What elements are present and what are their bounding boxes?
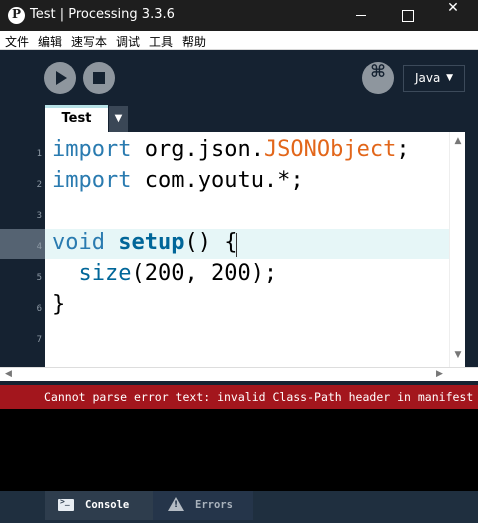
warning-icon — [168, 497, 184, 511]
line-number: 6 — [36, 304, 42, 314]
tab-menu-button[interactable]: ▼ — [109, 106, 128, 132]
horizontal-scrollbar[interactable]: ◀ ▶ — [0, 367, 478, 381]
function-name: setup — [118, 230, 185, 255]
scroll-down-icon[interactable]: ▼ — [450, 350, 466, 360]
sketch-tabs: Test ▼ — [0, 105, 478, 132]
menu-file[interactable]: 文件 — [5, 33, 29, 50]
debug-button[interactable]: ⌘ — [362, 62, 394, 94]
mode-selector[interactable]: Java ▼ — [403, 65, 465, 92]
line-number: 3 — [36, 211, 42, 221]
text-caret — [236, 233, 237, 257]
tab-test[interactable]: Test — [45, 105, 108, 132]
code-text: } — [52, 292, 66, 317]
mode-label: Java — [415, 71, 441, 85]
errors-tab-label: Errors — [195, 499, 233, 511]
tab-errors[interactable]: Errors — [153, 491, 253, 520]
right-margin — [465, 132, 478, 367]
console-output[interactable] — [0, 409, 478, 491]
error-message: Cannot parse error text: invalid Class-P… — [44, 390, 474, 404]
menu-bar: 文件 编辑 速写本 调试 工具 帮助 — [0, 31, 478, 50]
chevron-down-icon: ▼ — [446, 73, 453, 83]
menu-edit[interactable]: 编辑 — [38, 33, 62, 50]
line-number: 1 — [36, 149, 42, 159]
scroll-right-icon[interactable]: ▶ — [436, 368, 443, 381]
code-line-6: } — [52, 292, 65, 317]
code-text: (200, 200); — [131, 261, 278, 286]
tab-console[interactable]: Console — [45, 491, 153, 520]
line-number: 4 — [36, 242, 42, 252]
footer-bar: Console Errors — [0, 491, 478, 523]
window-title: Test | Processing 3.3.6 — [30, 7, 175, 22]
keyword: import — [52, 168, 132, 193]
menu-tools[interactable]: 工具 — [149, 33, 173, 50]
code-line-4: void setup() { — [52, 230, 237, 255]
run-button[interactable] — [44, 62, 76, 94]
processing-window: Test | Processing 3.3.6 ✕ 文件 编辑 速写本 调试 工… — [0, 0, 478, 523]
error-status-bar: Cannot parse error text: invalid Class-P… — [0, 385, 478, 409]
console-icon — [58, 497, 74, 511]
title-bar: Test | Processing 3.3.6 ✕ — [0, 0, 478, 31]
code-text: () { — [184, 230, 238, 255]
line-number: 2 — [36, 180, 42, 190]
code-line-2: import com.youtu.*; — [52, 168, 304, 193]
code-line-5: size(200, 200); — [52, 261, 278, 286]
toolbar: ⌘ Java ▼ — [0, 50, 478, 105]
function-name: size — [78, 261, 132, 286]
close-button[interactable]: ✕ — [430, 0, 476, 31]
vertical-scrollbar[interactable]: ▲ ▼ — [449, 132, 465, 367]
semicolon: ; — [396, 137, 410, 162]
line-number-gutter: 1 2 3 4 5 6 7 — [0, 132, 45, 367]
code-line-1: import org.json.JSONObject; — [52, 137, 410, 162]
code-editor[interactable]: import org.json.JSONObject; import com.y… — [45, 132, 465, 367]
package-name: com.youtu.*; — [131, 168, 304, 193]
maximize-button[interactable] — [384, 0, 430, 31]
scroll-up-icon[interactable]: ▲ — [450, 136, 466, 146]
scroll-left-icon[interactable]: ◀ — [5, 368, 12, 381]
keyword: import — [52, 137, 132, 162]
package-name: org.json. — [131, 137, 264, 162]
menu-sketch[interactable]: 速写本 — [71, 33, 107, 50]
line-number: 7 — [36, 335, 42, 345]
console-tab-label: Console — [85, 499, 130, 511]
stop-button[interactable] — [83, 62, 115, 94]
debug-icon: ⌘ — [370, 62, 386, 82]
minimize-button[interactable] — [338, 0, 384, 31]
class-name: JSONObject — [263, 137, 397, 162]
line-number: 5 — [36, 273, 42, 283]
menu-debug[interactable]: 调试 — [116, 33, 140, 50]
menu-help[interactable]: 帮助 — [182, 33, 206, 50]
keyword: void — [52, 230, 105, 255]
processing-logo-icon — [8, 7, 25, 24]
